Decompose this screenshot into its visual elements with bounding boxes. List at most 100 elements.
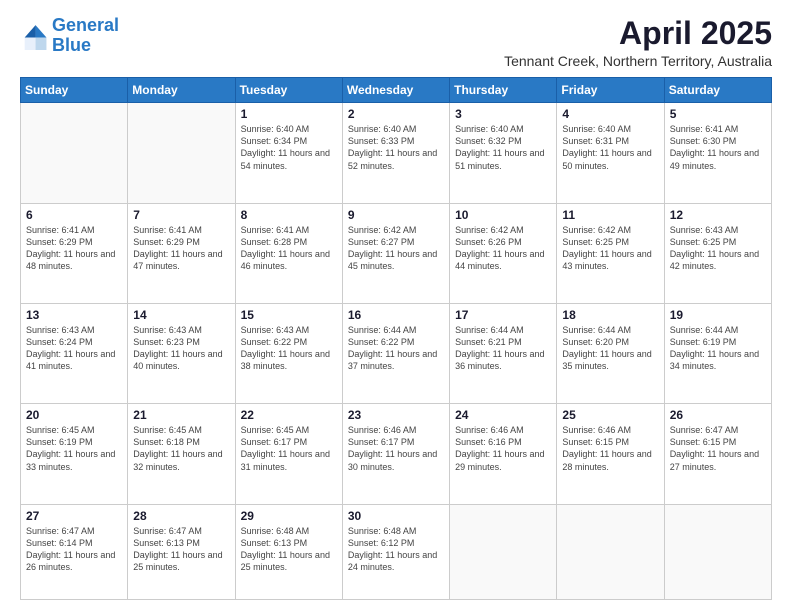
- calendar-cell: 7Sunrise: 6:41 AM Sunset: 6:29 PM Daylig…: [128, 203, 235, 303]
- day-info: Sunrise: 6:40 AM Sunset: 6:31 PM Dayligh…: [562, 123, 658, 172]
- day-number: 10: [455, 208, 551, 222]
- calendar-cell: 26Sunrise: 6:47 AM Sunset: 6:15 PM Dayli…: [664, 404, 771, 504]
- calendar-cell: 22 Sunrise: 6:45 AM Sunset: 6:17 PM Dayli…: [235, 404, 342, 504]
- calendar-cell: 20 Sunrise: 6:45 AM Sunset: 6:19 PM Dayli…: [21, 404, 128, 504]
- calendar-header-sunday: Sunday: [21, 78, 128, 103]
- day-info: Sunrise: 6:42 AM Sunset: 6:27 PM Dayligh…: [348, 224, 444, 273]
- day-number: 4: [562, 107, 658, 121]
- day-number: 13: [26, 308, 122, 322]
- day-info: Sunrise: 6:48 AM Sunset: 6:13 PM Dayligh…: [241, 525, 337, 574]
- title-block: April 2025 Tennant Creek, Northern Terri…: [504, 16, 772, 69]
- calendar-week-row: 20 Sunrise: 6:45 AM Sunset: 6:19 PM Dayli…: [21, 404, 772, 504]
- day-number: 6: [26, 208, 122, 222]
- day-info: Sunrise: 6:42 AM Sunset: 6:25 PM Dayligh…: [562, 224, 658, 273]
- calendar-week-row: 1Sunrise: 6:40 AM Sunset: 6:34 PM Daylig…: [21, 103, 772, 203]
- day-number: 1: [241, 107, 337, 121]
- day-number: 9: [348, 208, 444, 222]
- calendar-cell: [557, 504, 664, 600]
- day-number: 15: [241, 308, 337, 322]
- day-number: 28: [133, 509, 229, 523]
- calendar-cell: 24 Sunrise: 6:46 AM Sunset: 6:16 PM Dayli…: [450, 404, 557, 504]
- day-info: Sunrise: 6:48 AM Sunset: 6:12 PM Dayligh…: [348, 525, 444, 574]
- day-number: 2: [348, 107, 444, 121]
- day-info: Sunrise: 6:47 AM Sunset: 6:15 PM Dayligh…: [670, 424, 766, 473]
- day-info: Sunrise: 6:41 AM Sunset: 6:29 PM Dayligh…: [133, 224, 229, 273]
- calendar-week-row: 27 Sunrise: 6:47 AM Sunset: 6:14 PM Dayli…: [21, 504, 772, 600]
- calendar-cell: 18 Sunrise: 6:44 AM Sunset: 6:20 PM Dayli…: [557, 303, 664, 403]
- day-number: 20: [26, 408, 122, 422]
- calendar-cell: 14 Sunrise: 6:43 AM Sunset: 6:23 PM Dayli…: [128, 303, 235, 403]
- day-info: Sunrise: 6:42 AM Sunset: 6:26 PM Dayligh…: [455, 224, 551, 273]
- calendar-cell: 28 Sunrise: 6:47 AM Sunset: 6:13 PM Dayli…: [128, 504, 235, 600]
- calendar-cell: 21 Sunrise: 6:45 AM Sunset: 6:18 PM Dayli…: [128, 404, 235, 504]
- calendar-cell: [664, 504, 771, 600]
- day-number: 21: [133, 408, 229, 422]
- calendar-cell: 25Sunrise: 6:46 AM Sunset: 6:15 PM Dayli…: [557, 404, 664, 504]
- calendar-table: SundayMondayTuesdayWednesdayThursdayFrid…: [20, 77, 772, 600]
- day-info: Sunrise: 6:45 AM Sunset: 6:18 PM Dayligh…: [133, 424, 229, 473]
- day-info: Sunrise: 6:41 AM Sunset: 6:29 PM Dayligh…: [26, 224, 122, 273]
- day-number: 19: [670, 308, 766, 322]
- calendar-header-monday: Monday: [128, 78, 235, 103]
- day-info: Sunrise: 6:43 AM Sunset: 6:25 PM Dayligh…: [670, 224, 766, 273]
- calendar-header-saturday: Saturday: [664, 78, 771, 103]
- day-number: 12: [670, 208, 766, 222]
- calendar-cell: [450, 504, 557, 600]
- day-number: 29: [241, 509, 337, 523]
- calendar-header-friday: Friday: [557, 78, 664, 103]
- day-info: Sunrise: 6:43 AM Sunset: 6:24 PM Dayligh…: [26, 324, 122, 373]
- calendar-cell: 5 Sunrise: 6:41 AM Sunset: 6:30 PM Daylig…: [664, 103, 771, 203]
- day-number: 25: [562, 408, 658, 422]
- page: General Blue April 2025 Tennant Creek, N…: [0, 0, 792, 612]
- calendar-cell: 17Sunrise: 6:44 AM Sunset: 6:21 PM Dayli…: [450, 303, 557, 403]
- calendar-cell: 10 Sunrise: 6:42 AM Sunset: 6:26 PM Dayli…: [450, 203, 557, 303]
- day-number: 8: [241, 208, 337, 222]
- day-number: 5: [670, 107, 766, 121]
- day-number: 30: [348, 509, 444, 523]
- day-number: 18: [562, 308, 658, 322]
- calendar-cell: 3Sunrise: 6:40 AM Sunset: 6:32 PM Daylig…: [450, 103, 557, 203]
- calendar-cell: [21, 103, 128, 203]
- day-info: Sunrise: 6:45 AM Sunset: 6:17 PM Dayligh…: [241, 424, 337, 473]
- logo: General Blue: [20, 16, 119, 56]
- day-info: Sunrise: 6:43 AM Sunset: 6:23 PM Dayligh…: [133, 324, 229, 373]
- day-info: Sunrise: 6:46 AM Sunset: 6:17 PM Dayligh…: [348, 424, 444, 473]
- day-info: Sunrise: 6:41 AM Sunset: 6:28 PM Dayligh…: [241, 224, 337, 273]
- day-info: Sunrise: 6:44 AM Sunset: 6:21 PM Dayligh…: [455, 324, 551, 373]
- calendar-cell: 2Sunrise: 6:40 AM Sunset: 6:33 PM Daylig…: [342, 103, 449, 203]
- calendar-cell: 15 Sunrise: 6:43 AM Sunset: 6:22 PM Dayli…: [235, 303, 342, 403]
- day-info: Sunrise: 6:47 AM Sunset: 6:13 PM Dayligh…: [133, 525, 229, 574]
- day-number: 22: [241, 408, 337, 422]
- calendar-week-row: 13 Sunrise: 6:43 AM Sunset: 6:24 PM Dayli…: [21, 303, 772, 403]
- day-number: 14: [133, 308, 229, 322]
- calendar-cell: 23Sunrise: 6:46 AM Sunset: 6:17 PM Dayli…: [342, 404, 449, 504]
- subtitle: Tennant Creek, Northern Territory, Austr…: [504, 53, 772, 69]
- calendar-cell: 8 Sunrise: 6:41 AM Sunset: 6:28 PM Daylig…: [235, 203, 342, 303]
- calendar-cell: 6 Sunrise: 6:41 AM Sunset: 6:29 PM Daylig…: [21, 203, 128, 303]
- month-title: April 2025: [504, 16, 772, 51]
- calendar-cell: 4 Sunrise: 6:40 AM Sunset: 6:31 PM Daylig…: [557, 103, 664, 203]
- calendar-cell: 12 Sunrise: 6:43 AM Sunset: 6:25 PM Dayli…: [664, 203, 771, 303]
- day-info: Sunrise: 6:45 AM Sunset: 6:19 PM Dayligh…: [26, 424, 122, 473]
- day-info: Sunrise: 6:46 AM Sunset: 6:16 PM Dayligh…: [455, 424, 551, 473]
- calendar-cell: 19Sunrise: 6:44 AM Sunset: 6:19 PM Dayli…: [664, 303, 771, 403]
- day-info: Sunrise: 6:44 AM Sunset: 6:20 PM Dayligh…: [562, 324, 658, 373]
- day-number: 27: [26, 509, 122, 523]
- calendar-cell: 27 Sunrise: 6:47 AM Sunset: 6:14 PM Dayli…: [21, 504, 128, 600]
- calendar-header-wednesday: Wednesday: [342, 78, 449, 103]
- day-info: Sunrise: 6:47 AM Sunset: 6:14 PM Dayligh…: [26, 525, 122, 574]
- calendar-cell: 1Sunrise: 6:40 AM Sunset: 6:34 PM Daylig…: [235, 103, 342, 203]
- calendar-cell: 11 Sunrise: 6:42 AM Sunset: 6:25 PM Dayli…: [557, 203, 664, 303]
- day-number: 16: [348, 308, 444, 322]
- calendar-cell: 29 Sunrise: 6:48 AM Sunset: 6:13 PM Dayli…: [235, 504, 342, 600]
- day-number: 24: [455, 408, 551, 422]
- day-number: 11: [562, 208, 658, 222]
- calendar-week-row: 6 Sunrise: 6:41 AM Sunset: 6:29 PM Daylig…: [21, 203, 772, 303]
- day-info: Sunrise: 6:40 AM Sunset: 6:32 PM Dayligh…: [455, 123, 551, 172]
- calendar-cell: 13 Sunrise: 6:43 AM Sunset: 6:24 PM Dayli…: [21, 303, 128, 403]
- day-info: Sunrise: 6:41 AM Sunset: 6:30 PM Dayligh…: [670, 123, 766, 172]
- calendar-cell: 9 Sunrise: 6:42 AM Sunset: 6:27 PM Daylig…: [342, 203, 449, 303]
- logo-icon: [20, 22, 48, 50]
- calendar-cell: [128, 103, 235, 203]
- day-info: Sunrise: 6:43 AM Sunset: 6:22 PM Dayligh…: [241, 324, 337, 373]
